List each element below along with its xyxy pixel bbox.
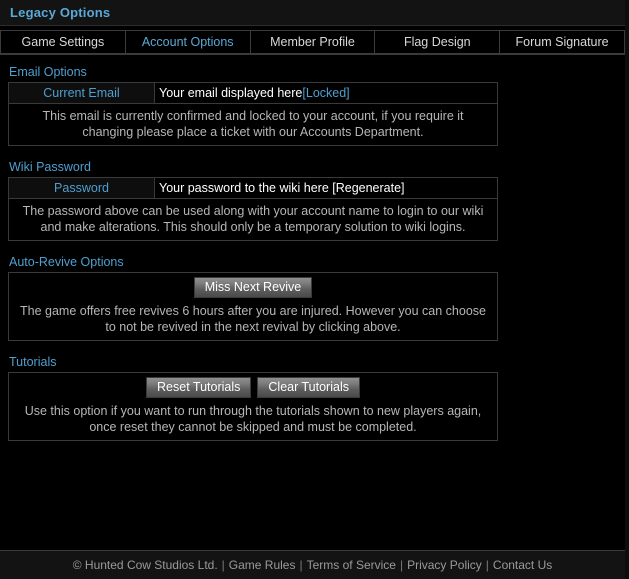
section-email-options: Email Options Current Email Your email d… <box>8 63 498 146</box>
tab-forum-signature[interactable]: Forum Signature <box>500 30 625 54</box>
footer-separator-1: | <box>221 558 225 572</box>
page-title: Legacy Options <box>10 5 111 20</box>
wiki-password-heading: Wiki Password <box>9 160 91 174</box>
footer-link-game-rules[interactable]: Game Rules <box>229 558 296 572</box>
wiki-password-value: Your password to the wiki here <box>159 181 333 195</box>
wiki-description-row: The password above can be used along wit… <box>9 199 497 240</box>
tutorials-description: Use this option if you want to run throu… <box>24 404 482 434</box>
tab-game-settings[interactable]: Game Settings <box>0 30 126 54</box>
auto-revive-panel: Miss Next Revive The game offers free re… <box>8 272 498 341</box>
current-email-value-cell: Your email displayed here[Locked] <box>155 83 497 103</box>
footer-link-contact-us[interactable]: Contact Us <box>493 558 552 572</box>
wiki-password-row: Password Your password to the wiki here … <box>9 178 497 199</box>
email-description: This email is currently confirmed and lo… <box>42 109 464 139</box>
main-content: Email Options Current Email Your email d… <box>0 55 625 550</box>
footer-copyright: © Hunted Cow Studios Ltd. <box>72 558 218 572</box>
email-description-row: This email is currently confirmed and lo… <box>9 104 497 145</box>
reset-tutorials-button[interactable]: Reset Tutorials <box>146 377 252 398</box>
wiki-password-value-cell: Your password to the wiki here [Regenera… <box>155 178 497 198</box>
tutorials-heading: Tutorials <box>9 355 57 369</box>
auto-revive-description: The game offers free revives 6 hours aft… <box>20 304 486 334</box>
wiki-description: The password above can be used along wit… <box>22 204 484 234</box>
email-locked-link[interactable]: [Locked] <box>302 86 349 100</box>
tab-account-options[interactable]: Account Options <box>125 30 251 54</box>
page-titlebar: Legacy Options <box>0 0 625 26</box>
section-auto-revive: Auto-Revive Options Miss Next Revive The… <box>8 253 498 341</box>
email-options-panel: Current Email Your email displayed here[… <box>8 82 498 146</box>
tab-bar: Game Settings Account Options Member Pro… <box>0 29 625 55</box>
tutorials-button-row: Reset Tutorials Clear Tutorials <box>9 373 497 399</box>
miss-next-revive-button[interactable]: Miss Next Revive <box>193 277 313 298</box>
wiki-password-panel: Password Your password to the wiki here … <box>8 177 498 241</box>
current-email-label: Current Email <box>9 83 155 103</box>
footer-separator-3: | <box>399 558 404 572</box>
footer-link-privacy-policy[interactable]: Privacy Policy <box>407 558 482 572</box>
clear-tutorials-button[interactable]: Clear Tutorials <box>257 377 360 398</box>
tab-member-profile[interactable]: Member Profile <box>250 30 376 54</box>
tutorials-panel: Reset Tutorials Clear Tutorials Use this… <box>8 372 498 441</box>
email-options-heading: Email Options <box>9 65 87 79</box>
page-footer: © Hunted Cow Studios Ltd. | Game Rules |… <box>0 550 625 579</box>
auto-revive-button-row: Miss Next Revive <box>9 273 497 299</box>
current-email-row: Current Email Your email displayed here[… <box>9 83 497 104</box>
wiki-password-label: Password <box>9 178 155 198</box>
footer-separator-2: | <box>299 558 303 572</box>
footer-separator-4: | <box>485 558 489 572</box>
legacy-options-page: Legacy Options Game Settings Account Opt… <box>0 0 629 579</box>
footer-link-terms-of-service[interactable]: Terms of Service <box>307 558 396 572</box>
auto-revive-heading: Auto-Revive Options <box>9 255 124 269</box>
wiki-regenerate-link[interactable]: [Regenerate] <box>332 181 404 195</box>
section-wiki-password: Wiki Password Password Your password to … <box>8 158 498 241</box>
current-email-value: Your email displayed here <box>159 86 303 100</box>
section-tutorials: Tutorials Reset Tutorials Clear Tutorial… <box>8 353 498 441</box>
tab-flag-design[interactable]: Flag Design <box>375 30 501 54</box>
